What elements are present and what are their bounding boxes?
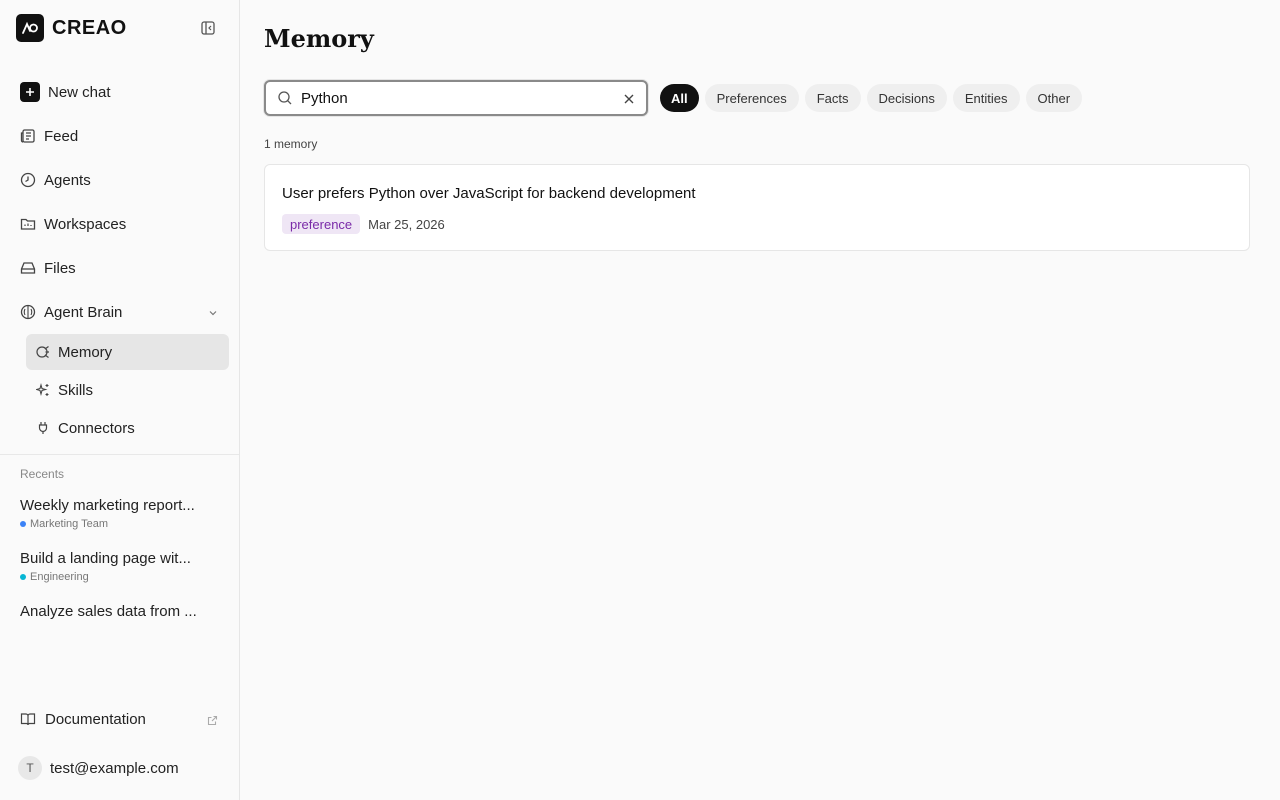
sub-label: Skills (58, 381, 94, 399)
sidebar-item-skills[interactable]: Skills (26, 372, 229, 408)
filter-chips: All Preferences Facts Decisions Entities… (660, 84, 1083, 112)
recent-title: Weekly marketing report... (20, 497, 195, 514)
chevron-down-icon[interactable] (208, 305, 218, 322)
filter-chip-preferences[interactable]: Preferences (704, 84, 799, 112)
nav-item-files[interactable]: Files (20, 252, 228, 284)
user-email: test@example.com (50, 759, 179, 777)
recent-tag: Engineering (20, 571, 210, 583)
avatar: T (18, 756, 42, 780)
sidebar: CREAO New chat Feed Agents Workspaces Fi… (0, 0, 240, 800)
filter-chip-facts[interactable]: Facts (804, 84, 861, 112)
filter-chip-decisions[interactable]: Decisions (866, 84, 947, 112)
memory-icon (36, 345, 50, 359)
sparkles-icon (36, 383, 50, 397)
brain-icon (20, 304, 36, 320)
documentation-link[interactable]: Documentation (20, 708, 220, 730)
agents-icon (20, 172, 36, 188)
nav-item-agent-brain[interactable]: Agent Brain (20, 296, 228, 328)
memory-text: User prefers Python over JavaScript for … (282, 185, 696, 202)
nav-label: Feed (44, 127, 79, 145)
logo[interactable]: CREAO (16, 14, 224, 42)
filter-chip-all[interactable]: All (660, 84, 699, 112)
plug-icon (36, 421, 50, 435)
recent-item[interactable]: Weekly marketing report... Marketing Tea… (20, 497, 210, 530)
book-icon (20, 711, 36, 727)
collapse-sidebar-icon[interactable] (198, 18, 218, 38)
plus-icon (20, 82, 40, 102)
tag-dot (20, 574, 26, 580)
filter-chip-other[interactable]: Other (1025, 84, 1083, 112)
recents-heading: Recents (20, 467, 65, 481)
external-link-icon (207, 713, 218, 730)
nav-item-agents[interactable]: Agents (20, 164, 228, 196)
result-count: 1 memory (264, 137, 318, 151)
search-input[interactable] (301, 89, 601, 107)
logo-mark-icon (16, 14, 44, 42)
sidebar-item-memory[interactable]: Memory (26, 334, 229, 370)
recent-tag-label: Engineering (30, 571, 89, 583)
filter-chip-entities[interactable]: Entities (952, 84, 1020, 112)
recent-title: Analyze sales data from ... (20, 603, 197, 620)
sidebar-divider (0, 454, 239, 455)
nav-label: Files (44, 259, 76, 277)
recent-tag: Marketing Team (20, 518, 210, 530)
sub-label: Connectors (58, 419, 135, 437)
drive-icon (20, 260, 36, 276)
documentation-label: Documentation (45, 710, 146, 728)
sub-label: Memory (58, 343, 113, 361)
recent-item[interactable]: Analyze sales data from ... (20, 603, 210, 620)
nav-label: Agents (44, 171, 91, 189)
search-icon (277, 90, 293, 106)
nav-item-feed[interactable]: Feed (20, 120, 228, 152)
new-chat-button[interactable]: New chat (20, 76, 228, 108)
main-content: Memory All Preferences Facts Decisions E… (240, 0, 1280, 800)
recent-title: Build a landing page wit... (20, 550, 191, 567)
memory-date: Mar 25, 2026 (368, 216, 445, 232)
memory-meta: preference Mar 25, 2026 (282, 214, 445, 234)
search-box (264, 80, 648, 116)
memory-type-badge: preference (282, 214, 361, 234)
clear-search-icon[interactable] (622, 92, 636, 106)
nav-item-workspaces[interactable]: Workspaces (20, 208, 228, 240)
tag-dot (20, 521, 26, 527)
new-chat-label: New chat (48, 83, 111, 101)
feed-icon (20, 128, 36, 144)
brand-name: CREAO (52, 16, 127, 39)
memory-card[interactable]: User prefers Python over JavaScript for … (264, 164, 1250, 251)
user-menu[interactable]: T test@example.com (18, 755, 179, 781)
page-title: Memory (264, 24, 374, 53)
recent-tag-label: Marketing Team (30, 518, 109, 530)
recent-item[interactable]: Build a landing page wit... Engineering (20, 550, 210, 583)
nav-label: Workspaces (44, 215, 127, 233)
sidebar-item-connectors[interactable]: Connectors (26, 410, 229, 446)
nav-label: Agent Brain (44, 303, 123, 321)
folder-icon (20, 216, 36, 232)
